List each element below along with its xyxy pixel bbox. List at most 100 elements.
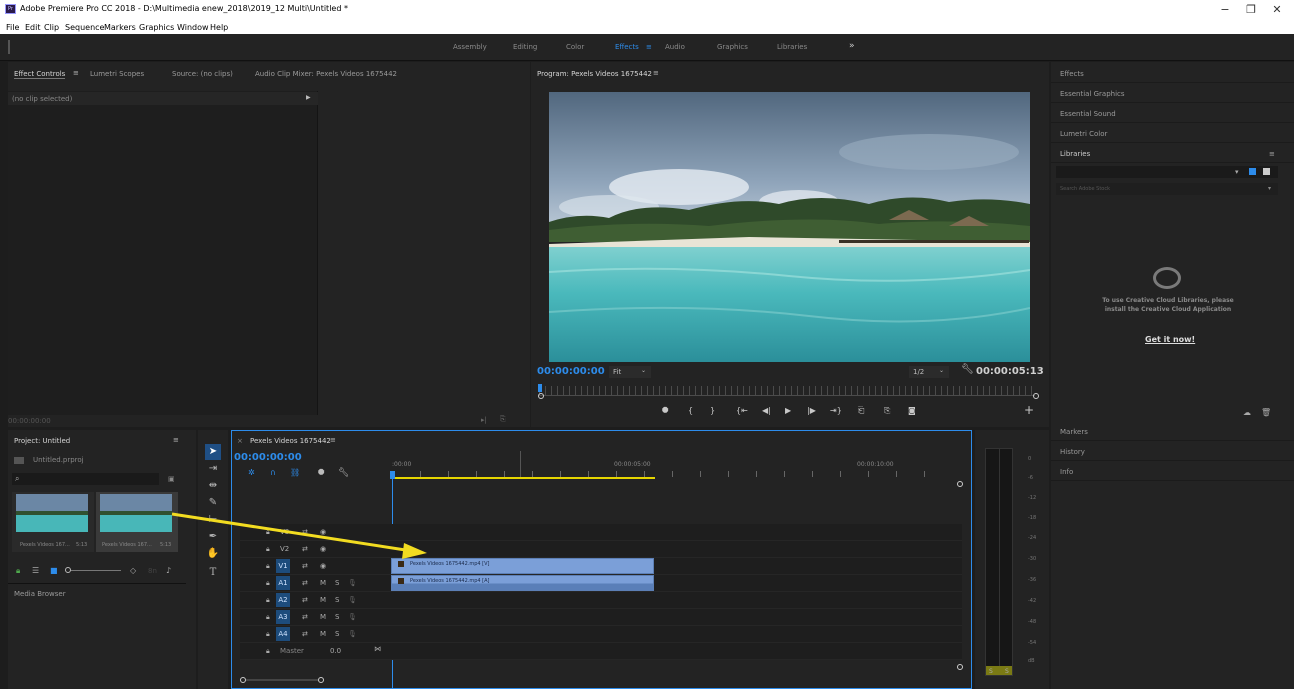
a4-mic-icon[interactable]: 🎙︎ — [348, 630, 357, 638]
play-icon[interactable]: ▶ — [785, 406, 791, 415]
program-time-ruler[interactable] — [539, 386, 1035, 396]
timeline-menu-icon[interactable]: ≡ — [330, 436, 336, 444]
a1-mute-button[interactable]: M — [320, 579, 326, 587]
export-icon[interactable]: ⎘ — [500, 415, 506, 424]
project-title[interactable]: Project: Untitled — [14, 437, 70, 445]
panel-menu-icon[interactable]: ≡ — [73, 69, 79, 77]
a3-sync-icon[interactable]: ⇄ — [302, 613, 308, 621]
a3-mute-button[interactable]: M — [320, 613, 326, 621]
a4-mute-button[interactable]: M — [320, 630, 326, 638]
linked-selection-icon[interactable]: ⛓ — [290, 468, 300, 477]
export-frame-icon[interactable]: ◙ — [908, 406, 916, 415]
panel-lumetri-color[interactable]: Lumetri Color — [1051, 124, 1294, 143]
workspace-menu-icon[interactable]: ≡ — [646, 43, 652, 51]
program-menu-icon[interactable]: ≡ — [653, 69, 659, 77]
step-back-icon[interactable]: ◀| — [762, 406, 771, 415]
a2-solo-button[interactable]: S — [335, 596, 339, 604]
panel-markers[interactable]: Markers — [1051, 422, 1294, 441]
icon-view-toggle-icon[interactable]: ■ — [50, 566, 58, 575]
type-tool-icon[interactable]: T — [205, 565, 221, 581]
v3-label[interactable]: V3 — [280, 528, 289, 536]
timeline-tab[interactable]: Pexels Videos 1675442 — [250, 437, 331, 445]
v3-sync-icon[interactable]: ⇄ — [302, 528, 308, 536]
vscroll-handle-top[interactable] — [957, 481, 963, 487]
master-volume[interactable]: 0.0 — [330, 647, 341, 655]
track-select-tool-icon[interactable]: ⇥ — [205, 461, 221, 477]
menu-sequence[interactable]: Sequence — [65, 22, 104, 34]
add-marker-icon[interactable]: ⯃ — [662, 406, 668, 416]
filter-icon[interactable]: ▸| — [481, 416, 487, 424]
a1-sync-icon[interactable]: ⇄ — [302, 579, 308, 587]
nest-icon[interactable]: ✲ — [248, 468, 255, 477]
solo-left-button[interactable]: S — [989, 668, 993, 675]
track-v3[interactable]: 🔒︎ V3 ⇄ ◉ — [240, 524, 962, 541]
a1-solo-button[interactable]: S — [335, 579, 339, 587]
step-forward-icon[interactable]: |▶ — [807, 406, 816, 415]
hand-tool-icon[interactable]: ✋ — [205, 546, 221, 562]
a3-solo-button[interactable]: S — [335, 613, 339, 621]
track-a2[interactable]: 🔒︎ A2 ⇄ M S 🎙︎ — [240, 592, 962, 609]
tab-effect-controls[interactable]: Effect Controls — [14, 70, 66, 79]
a1-lock-icon[interactable]: 🔒︎ — [266, 579, 270, 588]
a2-label[interactable]: A2 — [276, 593, 290, 607]
a2-mic-icon[interactable]: 🎙︎ — [348, 596, 357, 604]
razor-tool-icon[interactable]: ✎ — [205, 495, 221, 511]
a4-solo-button[interactable]: S — [335, 630, 339, 638]
a1-mic-icon[interactable]: 🎙︎ — [348, 579, 357, 587]
workspace-overflow-icon[interactable]: » — [849, 41, 855, 51]
new-bin-icon[interactable]: ▣ — [168, 475, 175, 483]
track-master[interactable]: 🔒︎ Master 0.0 ⋈ — [240, 643, 962, 660]
a2-lock-icon[interactable]: 🔒︎ — [266, 596, 270, 605]
slip-tool-icon[interactable]: ⊢ — [205, 512, 221, 528]
panel-essential-sound[interactable]: Essential Sound — [1051, 104, 1294, 123]
stock-search-input[interactable]: Search Adobe Stock ▾ — [1056, 183, 1278, 195]
libraries-menu-icon[interactable]: ≡ — [1269, 150, 1275, 158]
track-a4[interactable]: 🔒︎ A4 ⇄ M S 🎙︎ — [240, 626, 962, 643]
menu-graphics[interactable]: Graphics — [139, 22, 174, 34]
program-playhead[interactable] — [538, 384, 542, 392]
button-editor-icon[interactable]: + — [1024, 403, 1034, 417]
a4-label[interactable]: A4 — [276, 627, 290, 641]
panel-info[interactable]: Info — [1051, 462, 1294, 481]
project-clip-item[interactable]: Pexels Videos 167... 5:13 — [12, 492, 94, 552]
v1-sync-icon[interactable]: ⇄ — [302, 562, 308, 570]
mark-out-icon[interactable]: } — [710, 406, 715, 415]
close-button[interactable]: ✕ — [1266, 2, 1288, 18]
track-v2[interactable]: 🔒︎ V2 ⇄ ◉ — [240, 541, 962, 558]
ripple-edit-tool-icon[interactable]: ⇹ — [205, 478, 221, 494]
library-chevron-down-icon[interactable]: ▾ — [1235, 168, 1239, 176]
get-it-now-link[interactable]: Get it now! — [1145, 335, 1195, 344]
go-to-in-icon[interactable]: {⇤ — [736, 406, 748, 415]
timeline-close-icon[interactable]: × — [237, 437, 243, 445]
project-search-input[interactable]: ⌕ — [12, 473, 159, 485]
workspace-audio[interactable]: Audio — [665, 43, 685, 51]
go-to-out-icon[interactable]: ⇥} — [830, 406, 842, 415]
hscroll-bar[interactable] — [246, 679, 318, 681]
master-go-to-icon[interactable]: ⋈ — [374, 645, 381, 653]
project-sequence-item[interactable]: Pexels Videos 167... 5:13 — [96, 492, 178, 552]
v2-sync-icon[interactable]: ⇄ — [302, 545, 308, 553]
a2-sync-icon[interactable]: ⇄ — [302, 596, 308, 604]
a4-sync-icon[interactable]: ⇄ — [302, 630, 308, 638]
a1-label[interactable]: A1 — [276, 576, 290, 590]
panel-effects[interactable]: Effects — [1051, 64, 1294, 83]
wrench-icon[interactable]: 🔧︎ — [961, 364, 974, 375]
trash-icon[interactable]: 🗑︎ — [1261, 408, 1271, 417]
workspace-graphics[interactable]: Graphics — [717, 43, 748, 51]
pen-tool-icon[interactable]: ✒ — [205, 529, 221, 545]
panel-essential-graphics[interactable]: Essential Graphics — [1051, 84, 1294, 103]
a3-label[interactable]: A3 — [276, 610, 290, 624]
a2-mute-button[interactable]: M — [320, 596, 326, 604]
v3-eye-icon[interactable]: ◉ — [320, 528, 326, 536]
workspace-libraries[interactable]: Libraries — [777, 43, 807, 51]
solo-right-button[interactable]: S — [1005, 668, 1009, 675]
v2-label[interactable]: V2 — [280, 545, 289, 553]
tab-source[interactable]: Source: (no clips) — [172, 70, 233, 78]
tab-audio-clip-mixer[interactable]: Audio Clip Mixer: Pexels Videos 1675442 — [255, 70, 397, 78]
grid-view-icon[interactable] — [1249, 168, 1256, 175]
master-lock-icon[interactable]: 🔒︎ — [266, 647, 270, 656]
tab-media-browser[interactable]: Media Browser — [14, 590, 66, 598]
fit-dropdown[interactable]: Fit ⌄ — [609, 366, 651, 378]
v1-label[interactable]: V1 — [276, 559, 290, 573]
track-a3[interactable]: 🔒︎ A3 ⇄ M S 🎙︎ — [240, 609, 962, 626]
